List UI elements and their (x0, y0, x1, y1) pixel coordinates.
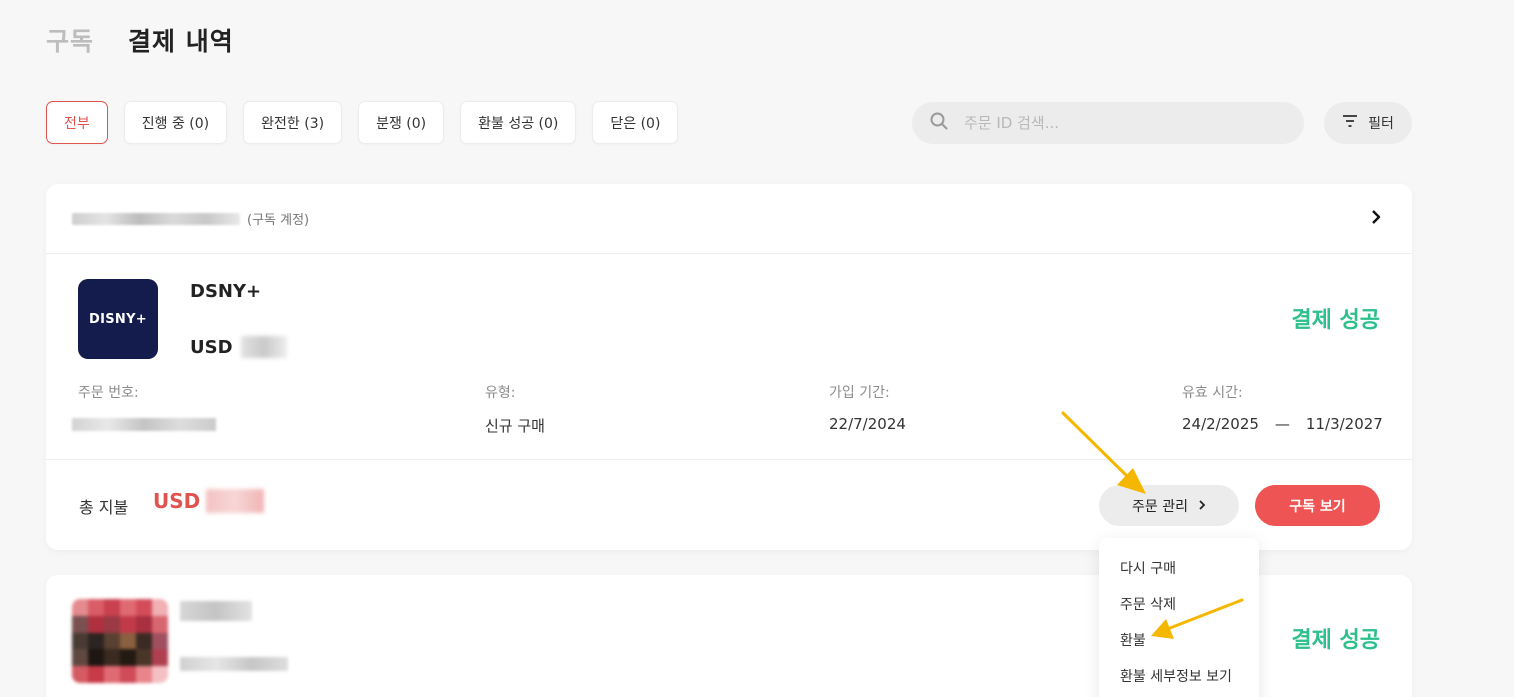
search-input[interactable] (964, 114, 1284, 132)
product-logo-text: DISNY+ (89, 311, 147, 327)
validity-end: 11/3/2027 (1305, 415, 1383, 433)
order-search-box[interactable] (912, 102, 1304, 144)
tab-payment-history[interactable]: 결제 내역 (128, 22, 234, 58)
type-label: 유형: (485, 385, 516, 401)
status-filter-row: 전부 진행 중 (0) 완전한 (3) 분쟁 (0) 환불 성공 (0) 닫은 … (46, 101, 679, 144)
order-number-label: 주문 번호: (78, 385, 139, 401)
total-paid-label: 총 지불 (79, 498, 129, 517)
menu-item-delete-order[interactable]: 주문 삭제 (1099, 586, 1259, 622)
manage-order-menu: 다시 구매 주문 삭제 환불 환불 세부정보 보기 (1099, 538, 1259, 697)
chevron-right-icon (1198, 498, 1206, 514)
product-logo-redacted (72, 599, 168, 683)
filter-icon (1342, 114, 1358, 132)
redacted-order-number (72, 418, 216, 431)
manage-order-button[interactable]: 주문 관리 (1099, 485, 1239, 526)
filter-chip-refund-success[interactable]: 환불 성공 (0) (460, 101, 577, 144)
filter-chip-completed[interactable]: 완전한 (3) (243, 101, 343, 144)
tab-subscription[interactable]: 구독 (46, 22, 94, 58)
menu-item-refund-details[interactable]: 환불 세부정보 보기 (1099, 658, 1259, 694)
order-card: (구독 계정) DISNY+ DSNY+ USD 결제 성공 주문 번호: 유형… (46, 184, 1412, 550)
validity-label: 유효 시간: (1182, 385, 1243, 401)
account-type-label: (구독 계정) (247, 213, 310, 228)
signup-period-label: 가입 기간: (829, 385, 890, 401)
menu-item-repurchase[interactable]: 다시 구매 (1099, 550, 1259, 586)
redacted-price (180, 657, 288, 671)
validity-separator: — (1274, 415, 1290, 433)
price-currency: USD (190, 336, 233, 358)
validity-start: 24/2/2025 (1182, 415, 1259, 433)
payment-status: 결제 성공 (1291, 308, 1380, 333)
type-value: 신규 구매 (485, 417, 545, 435)
order-card-header[interactable]: (구독 계정) (46, 184, 1412, 254)
search-icon (930, 112, 948, 134)
page-tabs: 구독 결제 내역 (46, 22, 234, 58)
payment-status: 결제 성공 (1291, 628, 1380, 653)
redacted-price (240, 336, 287, 358)
filter-chip-in-progress[interactable]: 진행 중 (0) (123, 101, 228, 144)
signup-period-value: 22/7/2024 (829, 415, 906, 433)
order-card-footer: 총 지불 USD 주문 관리 구독 보기 (46, 459, 1412, 550)
filter-button[interactable]: 필터 (1324, 102, 1412, 144)
redacted-product-name (180, 601, 252, 621)
total-paid-amount: USD (153, 489, 265, 513)
redacted-total (206, 489, 265, 513)
product-name: DSNY+ (190, 281, 262, 302)
filter-chip-all[interactable]: 전부 (46, 101, 108, 144)
product-price: USD (190, 336, 287, 358)
menu-item-refund[interactable]: 환불 (1099, 622, 1259, 658)
redacted-account-name (72, 212, 240, 225)
filter-chip-dispute[interactable]: 분쟁 (0) (358, 101, 445, 144)
view-subscription-button[interactable]: 구독 보기 (1255, 485, 1380, 526)
total-currency: USD (153, 489, 201, 513)
filter-button-label: 필터 (1368, 116, 1394, 132)
product-logo: DISNY+ (78, 279, 158, 359)
manage-order-label: 주문 관리 (1132, 498, 1188, 515)
filter-chip-closed[interactable]: 닫은 (0) (592, 101, 679, 144)
chevron-right-icon[interactable] (1368, 209, 1384, 225)
validity-range: 24/2/2025 — 11/3/2027 (1182, 415, 1383, 433)
